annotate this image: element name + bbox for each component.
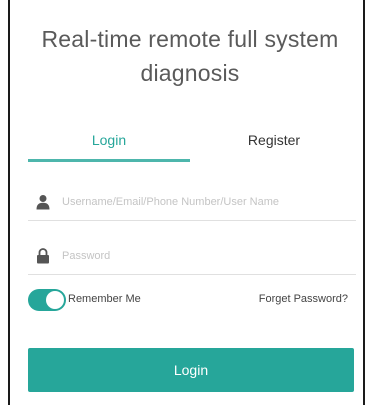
tab-register[interactable]: Register — [192, 118, 356, 162]
remember-me-label: Remember Me — [68, 293, 141, 305]
password-input[interactable] — [62, 242, 352, 270]
remember-row: Remember Me Forget Password? — [28, 288, 356, 314]
forgot-password-link[interactable]: Forget Password? — [259, 293, 348, 305]
login-button[interactable]: Login — [28, 348, 354, 392]
right-border — [363, 0, 365, 405]
page-title: Real-time remote full system diagnosis — [41, 26, 339, 86]
lock-icon — [36, 248, 50, 264]
password-field[interactable] — [28, 238, 356, 275]
auth-tabs: Login Register — [28, 118, 356, 162]
username-input[interactable] — [62, 188, 352, 216]
tab-login[interactable]: Login — [28, 118, 190, 162]
username-field[interactable] — [28, 184, 356, 221]
remember-me-toggle[interactable] — [28, 289, 66, 311]
left-border — [8, 0, 10, 405]
user-icon — [36, 194, 50, 210]
active-tab-indicator — [28, 159, 190, 162]
toggle-knob — [46, 291, 64, 309]
